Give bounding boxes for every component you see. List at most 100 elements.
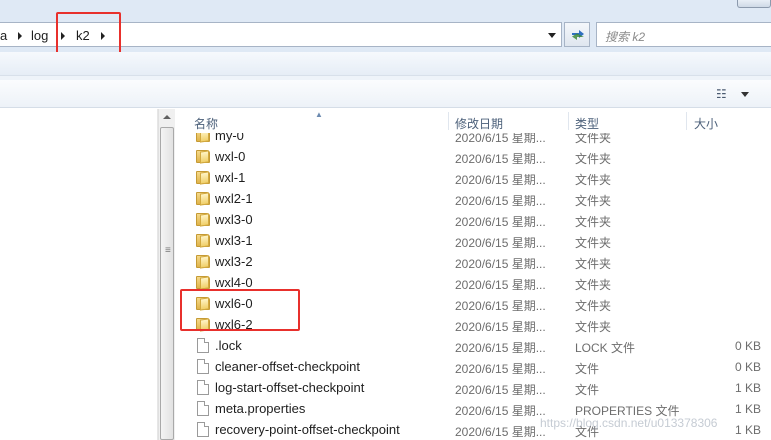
file-name: recovery-point-offset-checkpoint xyxy=(215,422,400,437)
column-divider[interactable] xyxy=(568,112,569,130)
file-type: 文件夹 xyxy=(575,278,612,292)
file-list-row[interactable]: wxl-0 2020/6/15 星期... 文件夹 xyxy=(176,146,771,167)
file-name: wxl2-1 xyxy=(215,191,253,206)
search-placeholder: 搜索 k2 xyxy=(605,30,646,44)
file-type: 文件 xyxy=(575,362,600,376)
folder-icon xyxy=(196,149,210,164)
file-list[interactable]: my-0 2020/6/15 星期... 文件夹 wxl-0 2020/6/15 星期.… xyxy=(176,133,771,440)
folder-icon xyxy=(196,212,210,227)
column-divider[interactable] xyxy=(448,112,449,130)
folder-icon xyxy=(196,170,210,185)
file-name: my-0 xyxy=(215,133,244,143)
file-name: cleaner-offset-checkpoint xyxy=(215,359,361,374)
file-list-row[interactable]: wxl-1 2020/6/15 星期... 文件夹 xyxy=(176,167,771,188)
file-date: 2020/6/15 星期... xyxy=(455,173,546,187)
column-header-date[interactable]: 修改日期 xyxy=(455,115,503,132)
file-list-row[interactable]: my-0 2020/6/15 星期... 文件夹 xyxy=(176,133,771,146)
file-date: 2020/6/15 星期... xyxy=(455,299,546,313)
file-name: wxl-0 xyxy=(215,149,246,164)
column-header-type[interactable]: 类型 xyxy=(575,115,599,132)
scroll-up-arrow-icon[interactable] xyxy=(163,115,171,119)
navigation-pane-scrollbar[interactable]: ≡ xyxy=(158,109,175,440)
file-date: 2020/6/15 星期... xyxy=(455,257,546,271)
breadcrumb-item[interactable]: a xyxy=(0,28,7,43)
scrollbar-thumb[interactable]: ≡ xyxy=(160,127,174,440)
file-size: 1 KB xyxy=(734,423,761,437)
file-name: log-start-offset-checkpoint xyxy=(215,380,365,395)
sort-ascending-icon: ▲ xyxy=(315,110,323,119)
breadcrumb-item[interactable]: log xyxy=(31,28,48,43)
address-toolbar: a log k2 搜索 k2 xyxy=(0,0,771,62)
file-type: 文件夹 xyxy=(575,173,612,187)
folder-icon xyxy=(196,133,210,143)
folder-icon xyxy=(196,233,210,248)
file-type: 文件夹 xyxy=(575,299,612,313)
file-type: 文件夹 xyxy=(575,152,612,166)
column-header: 名称 修改日期 类型 大小 xyxy=(176,109,771,133)
column-header-size[interactable]: 大小 xyxy=(694,115,718,132)
file-list-row[interactable]: log-start-offset-checkpoint 2020/6/15 星期.… xyxy=(176,377,771,398)
search-input[interactable]: 搜索 k2 xyxy=(596,22,771,47)
file-date: 2020/6/15 星期... xyxy=(455,133,546,145)
file-date: 2020/6/15 星期... xyxy=(455,320,546,334)
file-date: 2020/6/15 星期... xyxy=(455,152,546,166)
file-name: wxl3-0 xyxy=(215,212,253,227)
file-size: 0 KB xyxy=(734,339,761,353)
refresh-button[interactable] xyxy=(564,22,590,47)
change-view-icon[interactable]: ☷ xyxy=(716,87,727,101)
file-date: 2020/6/15 星期... xyxy=(455,425,546,439)
file-type: 文件夹 xyxy=(575,320,612,334)
file-type: 文件夹 xyxy=(575,133,612,145)
file-date: 2020/6/15 星期... xyxy=(455,383,546,397)
column-divider[interactable] xyxy=(686,112,687,130)
folder-icon xyxy=(196,275,210,290)
file-name: wxl3-2 xyxy=(215,254,253,269)
file-type: LOCK 文件 xyxy=(575,341,636,355)
folder-icon xyxy=(196,254,210,269)
file-size: 0 KB xyxy=(734,360,761,374)
file-type: 文件夹 xyxy=(575,194,612,208)
file-icon xyxy=(196,380,210,395)
file-date: 2020/6/15 星期... xyxy=(455,404,546,418)
file-name: .lock xyxy=(215,338,242,353)
file-date: 2020/6/15 星期... xyxy=(455,362,546,376)
file-list-row[interactable]: cleaner-offset-checkpoint 2020/6/15 星期...… xyxy=(176,356,771,377)
file-date: 2020/6/15 星期... xyxy=(455,278,546,292)
file-date: 2020/6/15 星期... xyxy=(455,341,546,355)
view-options-dropdown-icon[interactable] xyxy=(741,92,749,97)
file-icon xyxy=(196,422,210,437)
column-header-name[interactable]: 名称 xyxy=(194,115,218,132)
file-size: 1 KB xyxy=(734,402,761,416)
file-list-row[interactable]: wxl3-2 2020/6/15 星期... 文件夹 xyxy=(176,251,771,272)
file-icon xyxy=(196,401,210,416)
file-icon xyxy=(196,359,210,374)
navigation-pane[interactable] xyxy=(0,109,158,440)
command-bar xyxy=(0,52,771,76)
file-list-row[interactable]: wxl3-0 2020/6/15 星期... 文件夹 xyxy=(176,209,771,230)
file-date: 2020/6/15 星期... xyxy=(455,194,546,208)
file-list-row[interactable]: wxl3-1 2020/6/15 星期... 文件夹 xyxy=(176,230,771,251)
address-history-dropdown-icon[interactable] xyxy=(548,33,556,38)
file-type: 文件 xyxy=(575,383,600,397)
file-name: wxl-1 xyxy=(215,170,246,185)
file-type: 文件夹 xyxy=(575,236,612,250)
file-date: 2020/6/15 星期... xyxy=(455,215,546,229)
file-list-row[interactable]: wxl2-1 2020/6/15 星期... 文件夹 xyxy=(176,188,771,209)
folder-icon xyxy=(196,191,210,206)
file-name: meta.properties xyxy=(215,401,306,416)
file-name: wxl4-0 xyxy=(215,275,253,290)
highlight-box-folders xyxy=(180,289,300,331)
file-type: 文件夹 xyxy=(575,215,612,229)
view-toolbar xyxy=(0,80,771,108)
watermark: https://blog.csdn.net/u013378306 xyxy=(540,416,718,430)
file-list-row[interactable]: .lock 2020/6/15 星期... LOCK 文件 0 KB xyxy=(176,335,771,356)
file-size: 1 KB xyxy=(734,381,761,395)
window-close-button[interactable] xyxy=(737,0,771,8)
file-name: wxl3-1 xyxy=(215,233,253,248)
file-type: 文件夹 xyxy=(575,257,612,271)
breadcrumb-chevron-icon[interactable] xyxy=(18,32,22,40)
scrollbar-grip-icon: ≡ xyxy=(165,245,171,256)
refresh-icon xyxy=(572,30,584,40)
file-icon xyxy=(196,338,210,353)
file-date: 2020/6/15 星期... xyxy=(455,236,546,250)
